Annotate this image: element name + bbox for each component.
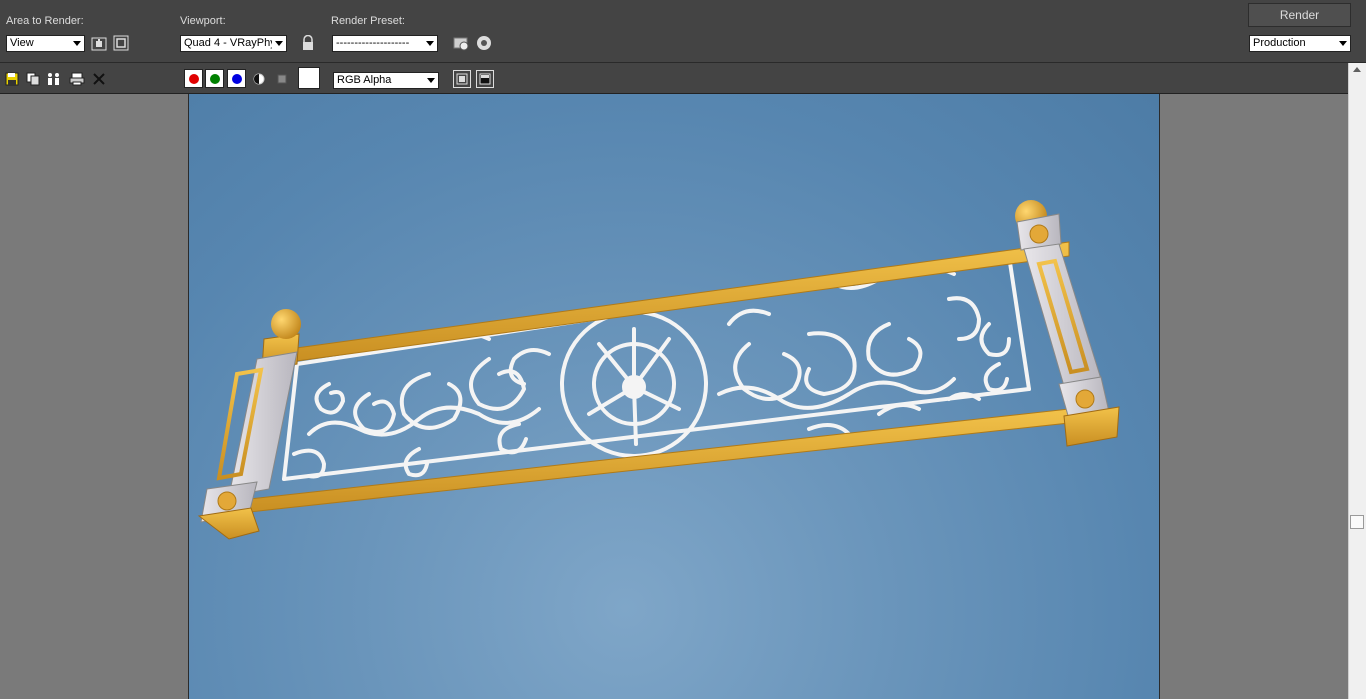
clone-icon <box>48 73 59 85</box>
toggle-ui-button[interactable] <box>476 70 494 88</box>
ironwork-panel <box>282 254 1031 481</box>
environment-effects-button[interactable] <box>475 34 493 52</box>
region-select-icon <box>113 35 129 51</box>
render-preset-label: Render Preset: <box>331 15 405 27</box>
viewport-value: Quad 4 - VRayPhy <box>184 37 272 49</box>
close-icon <box>93 73 105 85</box>
render-setup-button[interactable] <box>452 34 470 52</box>
edit-region-button[interactable] <box>90 34 108 52</box>
render-button[interactable]: Render <box>1248 3 1351 27</box>
copy-icon <box>26 72 40 86</box>
chevron-down-icon <box>275 41 283 46</box>
bottom-rail <box>248 408 1070 513</box>
vertical-scrollbar[interactable] <box>1348 63 1366 699</box>
lock-viewport-button[interactable] <box>299 34 317 52</box>
green-channel-toggle[interactable] <box>205 69 224 88</box>
overlay-icon <box>456 73 468 85</box>
hand-region-icon <box>91 37 107 51</box>
blue-dot-icon <box>231 73 242 84</box>
viewport-label: Viewport: <box>180 15 226 27</box>
green-dot-icon <box>209 73 220 84</box>
railing-render-graphic <box>197 200 1120 540</box>
chevron-down-icon <box>1339 41 1347 46</box>
copy-image-button[interactable] <box>24 70 42 88</box>
chevron-down-icon <box>73 41 81 46</box>
viewport-dropdown[interactable]: Quad 4 - VRayPhy <box>180 35 287 52</box>
channel-display-value: RGB Alpha <box>337 74 392 86</box>
right-post <box>1015 200 1120 447</box>
save-icon <box>5 72 19 86</box>
clone-frame-button[interactable] <box>45 70 63 88</box>
red-channel-toggle[interactable] <box>184 69 203 88</box>
half-circle-icon <box>253 73 265 85</box>
print-icon <box>69 72 85 86</box>
alpha-channel-toggle[interactable] <box>250 70 268 88</box>
clear-image-button[interactable] <box>90 70 108 88</box>
toggle-ui-overlays-button[interactable] <box>453 70 471 88</box>
render-frame-toolbar: Area to Render: View Viewport: Quad 4 - … <box>0 0 1366 63</box>
area-to-render-value: View <box>10 37 34 49</box>
blue-channel-toggle[interactable] <box>227 69 246 88</box>
lock-icon <box>303 35 313 50</box>
chevron-down-icon <box>427 78 435 83</box>
top-rail <box>288 241 1070 363</box>
channel-display-dropdown[interactable]: RGB Alpha <box>333 72 439 89</box>
render-setup-icon <box>453 37 469 51</box>
chevron-down-icon <box>426 41 434 46</box>
save-image-button[interactable] <box>3 70 21 88</box>
monochrome-toggle[interactable] <box>273 70 291 88</box>
render-mode-dropdown[interactable]: Production <box>1249 35 1351 52</box>
grey-square-icon <box>277 74 287 84</box>
ui-panel-icon <box>479 73 491 85</box>
area-to-render-label: Area to Render: <box>6 15 84 27</box>
render-preset-value: -------------------- <box>336 37 410 49</box>
teapot-icon <box>477 36 491 50</box>
scroll-up-icon[interactable] <box>1353 67 1361 72</box>
rendered-image <box>188 94 1160 699</box>
red-dot-icon <box>188 73 199 84</box>
background-color-swatch[interactable] <box>298 67 320 89</box>
auto-region-button[interactable] <box>112 34 130 52</box>
render-preset-dropdown[interactable]: -------------------- <box>332 35 438 52</box>
area-to-render-dropdown[interactable]: View <box>6 35 85 52</box>
print-image-button[interactable] <box>68 70 86 88</box>
render-mode-value: Production <box>1253 37 1306 49</box>
scroll-thumb[interactable] <box>1350 515 1364 529</box>
